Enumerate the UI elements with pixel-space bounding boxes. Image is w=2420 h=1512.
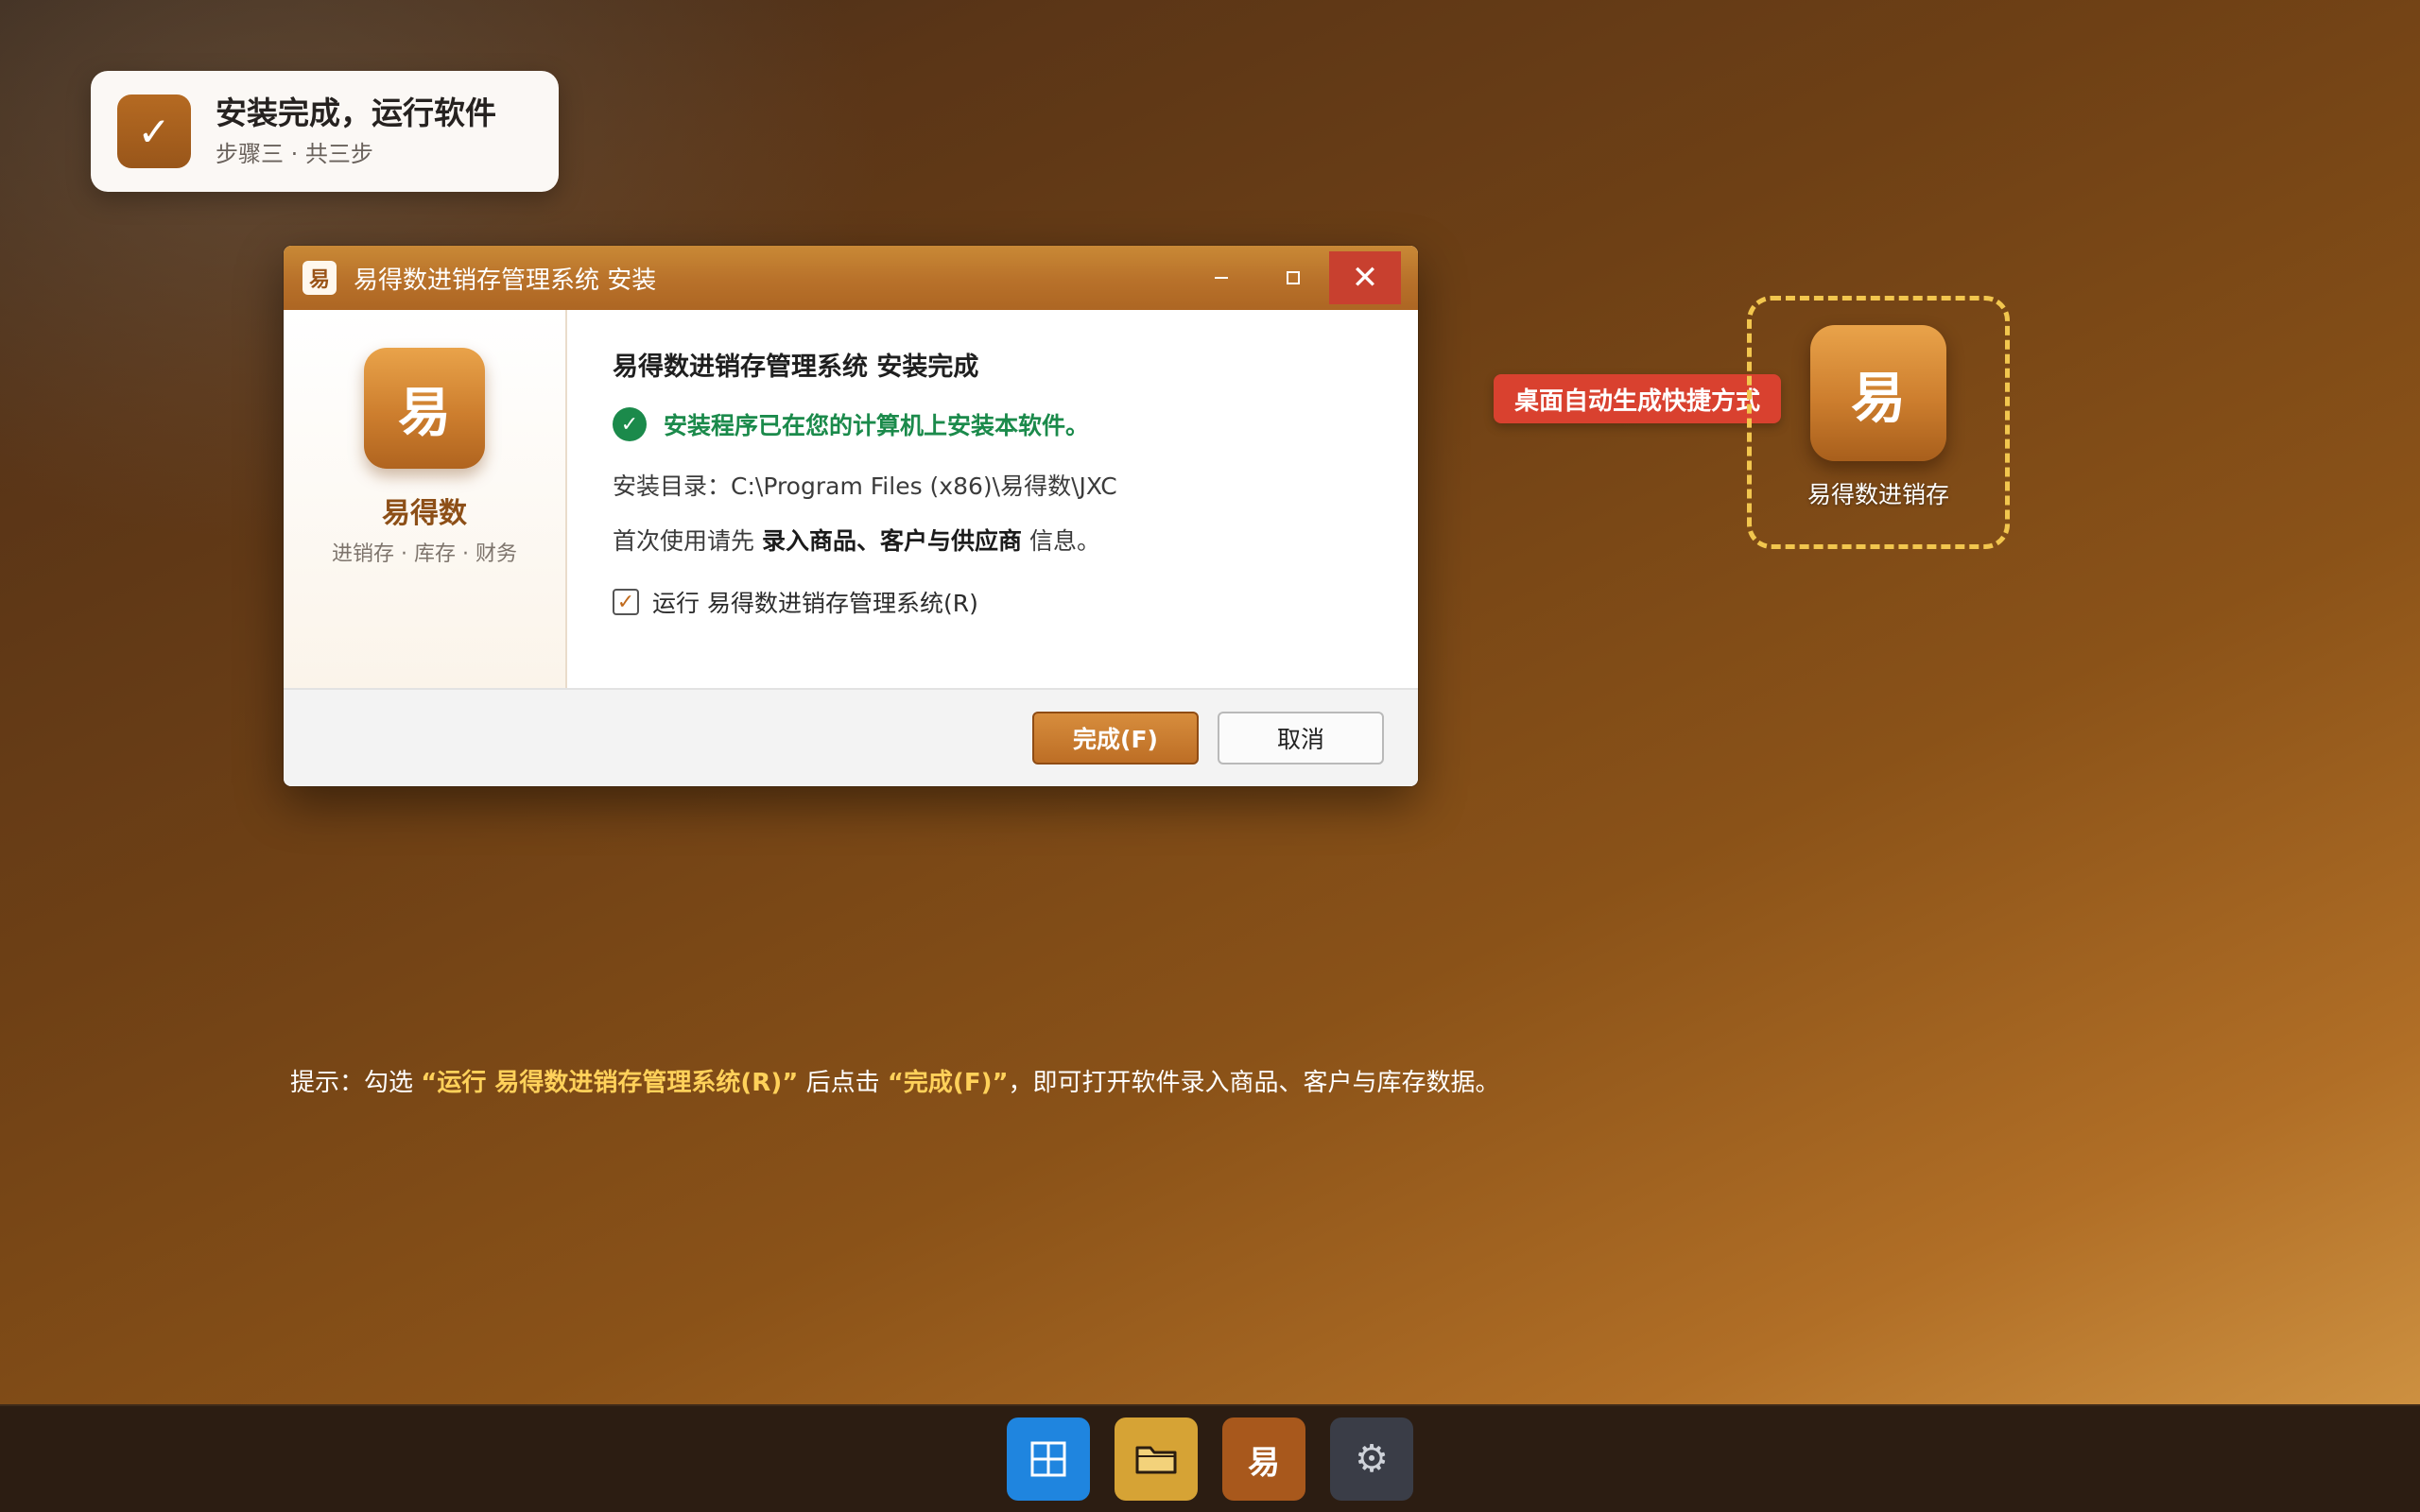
- installer-sidebar: 易 易得数 进销存 · 库存 · 财务: [284, 310, 567, 688]
- window-footer: 完成(F) 取消: [284, 688, 1418, 786]
- window-titlebar[interactable]: 易 易得数进销存管理系统 安装 ✕: [284, 246, 1418, 310]
- minimize-icon: [1215, 277, 1228, 279]
- windows-start-icon[interactable]: [1007, 1418, 1090, 1501]
- install-directory: 安装目录：C:\Program Files (x86)\易得数\JXC: [613, 468, 1418, 502]
- close-button[interactable]: ✕: [1329, 251, 1401, 304]
- run-app-checkbox[interactable]: ✓: [613, 589, 639, 615]
- hint-prefix: 提示：勾选: [290, 1069, 414, 1097]
- desktop-shortcut[interactable]: 易 易得数进销存: [1747, 296, 2010, 549]
- checkmark-icon: ✓: [117, 94, 191, 168]
- hint-highlight-finish: “完成(F)”: [887, 1069, 1009, 1097]
- first-use-prefix: 首次使用请先: [613, 527, 755, 555]
- product-name: 易得数: [382, 497, 467, 530]
- installer-window: 易 易得数进销存管理系统 安装 ✕ 易 易得数 进销存 · 库存 · 财务 易得…: [284, 246, 1418, 786]
- app-icon: 易: [302, 261, 337, 295]
- step-card-text: 安装完成，运行软件 步骤三 · 共三步: [216, 94, 496, 169]
- success-row: ✓ 安装程序已在您的计算机上安装本软件。: [613, 407, 1418, 441]
- product-tagline: 进销存 · 库存 · 财务: [332, 542, 517, 566]
- install-complete-heading: 易得数进销存管理系统 安装完成: [613, 352, 979, 382]
- desktop-shortcut-icon[interactable]: 易: [1810, 325, 1946, 461]
- hint-highlight-run: “运行 易得数进销存管理系统(R)”: [421, 1069, 799, 1097]
- run-app-checkbox-label[interactable]: 运行 易得数进销存管理系统(R): [652, 585, 978, 619]
- window-title: 易得数进销存管理系统 安装: [354, 266, 657, 295]
- success-check-icon: ✓: [613, 407, 647, 441]
- run-app-checkbox-row[interactable]: ✓ 运行 易得数进销存管理系统(R): [613, 585, 1418, 619]
- product-logo-icon: 易: [364, 348, 485, 469]
- minimize-button[interactable]: [1185, 251, 1257, 304]
- taskbar: 易 ⚙: [0, 1404, 2420, 1512]
- yideshu-app-icon[interactable]: 易: [1222, 1418, 1305, 1501]
- maximize-icon: [1287, 271, 1300, 284]
- step-card: ✓ 安装完成，运行软件 步骤三 · 共三步: [91, 71, 559, 192]
- first-use-note: 首次使用请先 录入商品、客户与供应商 信息。: [613, 523, 1418, 557]
- windows-logo-icon: [1030, 1441, 1066, 1477]
- finish-button[interactable]: 完成(F): [1032, 712, 1199, 765]
- folder-glyph-icon: [1135, 1446, 1177, 1474]
- folder-icon[interactable]: [1115, 1418, 1198, 1501]
- installer-content: 易得数进销存管理系统 安装完成 ✓ 安装程序已在您的计算机上安装本软件。 安装目…: [567, 310, 1418, 688]
- hint-suffix: ，即可打开软件录入商品、客户与库存数据。: [1008, 1069, 1500, 1097]
- maximize-button[interactable]: [1257, 251, 1329, 304]
- cancel-button[interactable]: 取消: [1218, 712, 1384, 765]
- first-use-bold: 录入商品、客户与供应商: [761, 527, 1022, 555]
- step-subtitle: 步骤三 · 共三步: [216, 141, 373, 168]
- window-controls: ✕: [1185, 251, 1401, 304]
- step-title: 安装完成，运行软件: [216, 94, 496, 131]
- shortcut-callout: 桌面自动生成快捷方式: [1494, 374, 1781, 423]
- hint-middle: 后点击: [805, 1069, 880, 1097]
- install-dir-label: 安装目录：: [613, 472, 732, 500]
- close-icon: ✕: [1351, 259, 1379, 297]
- settings-icon[interactable]: ⚙: [1330, 1418, 1413, 1501]
- window-body: 易 易得数 进销存 · 库存 · 财务 易得数进销存管理系统 安装完成 ✓ 安装…: [284, 310, 1418, 688]
- success-message: 安装程序已在您的计算机上安装本软件。: [664, 412, 1090, 439]
- desktop-shortcut-label: 易得数进销存: [1806, 481, 1949, 508]
- first-use-suffix: 信息。: [1028, 527, 1100, 555]
- install-dir-value: C:\Program Files (x86)\易得数\JXC: [731, 472, 1117, 500]
- hint-text: 提示：勾选 “运行 易得数进销存管理系统(R)” 后点击 “完成(F)”，即可打…: [290, 1063, 1500, 1098]
